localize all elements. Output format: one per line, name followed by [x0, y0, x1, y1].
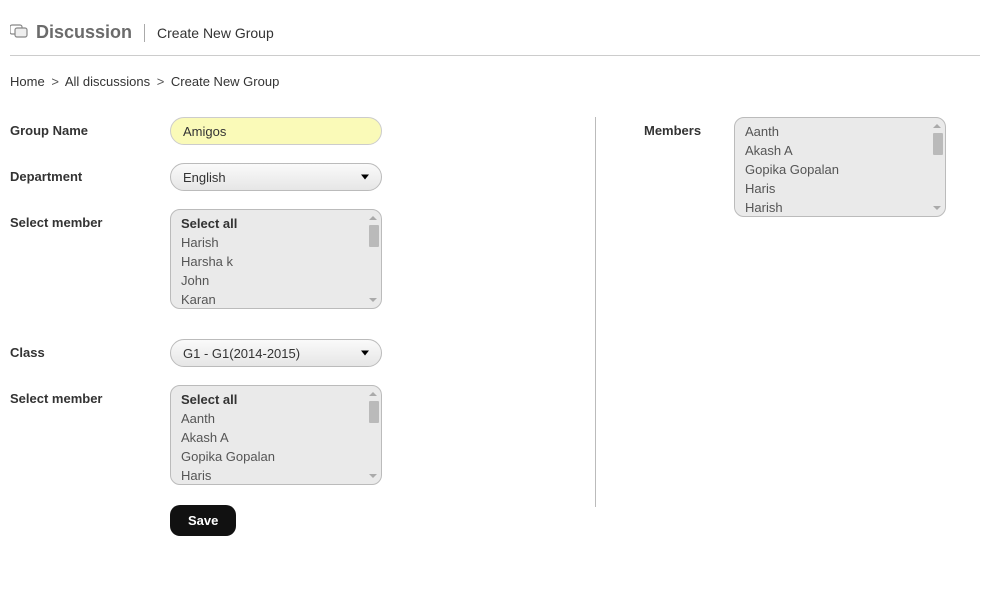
- list-item[interactable]: Gopika Gopalan: [745, 160, 931, 179]
- chevron-down-icon: [361, 175, 369, 180]
- class-label: Class: [10, 339, 170, 360]
- group-name-input[interactable]: [170, 117, 382, 145]
- list-item[interactable]: Karan: [181, 290, 367, 309]
- header-rule: [10, 55, 980, 56]
- main-content: Group Name Department English Select mem…: [0, 117, 990, 536]
- scroll-thumb[interactable]: [369, 401, 379, 423]
- dept-member-row: Select member Select all Harish Harsha k…: [10, 209, 595, 309]
- list-item[interactable]: John: [181, 271, 367, 290]
- page-subtitle: Create New Group: [157, 25, 274, 41]
- breadcrumb-all-discussions[interactable]: All discussions: [65, 74, 150, 89]
- list-item[interactable]: Aanth: [745, 122, 931, 141]
- select-all-option[interactable]: Select all: [181, 214, 367, 233]
- left-column: Group Name Department English Select mem…: [10, 117, 595, 536]
- scroll-down-icon[interactable]: [367, 294, 379, 306]
- list-item[interactable]: Harish: [181, 233, 367, 252]
- scroll-down-icon[interactable]: [931, 202, 943, 214]
- list-item[interactable]: Aanth: [181, 409, 367, 428]
- scroll-up-icon[interactable]: [931, 120, 943, 132]
- page-title: Discussion: [36, 22, 132, 43]
- department-label: Department: [10, 163, 170, 184]
- department-select[interactable]: English: [170, 163, 382, 191]
- discussion-icon: [10, 24, 28, 41]
- scrollbar[interactable]: [367, 212, 379, 306]
- scrollbar[interactable]: [931, 120, 943, 214]
- list-item[interactable]: Haris: [745, 179, 931, 198]
- right-column: Members Aanth Akash A Gopika Gopalan Har…: [596, 117, 956, 536]
- page-header: Discussion Create New Group: [0, 0, 990, 55]
- save-row: Save: [170, 505, 595, 536]
- group-name-row: Group Name: [10, 117, 595, 145]
- select-member-label-2: Select member: [10, 385, 170, 406]
- breadcrumb: Home > All discussions > Create New Grou…: [0, 74, 990, 117]
- list-item[interactable]: Harish: [745, 198, 931, 217]
- department-row: Department English: [10, 163, 595, 191]
- members-label: Members: [644, 117, 734, 138]
- list-item[interactable]: Gopika Gopalan: [181, 447, 367, 466]
- list-item[interactable]: Akash A: [181, 428, 367, 447]
- scroll-up-icon[interactable]: [367, 388, 379, 400]
- class-member-row: Select member Select all Aanth Akash A G…: [10, 385, 595, 485]
- select-all-option[interactable]: Select all: [181, 390, 367, 409]
- breadcrumb-home[interactable]: Home: [10, 74, 45, 89]
- breadcrumb-sep: >: [51, 74, 59, 89]
- members-list[interactable]: Aanth Akash A Gopika Gopalan Haris Haris…: [734, 117, 946, 217]
- breadcrumb-sep: >: [157, 74, 165, 89]
- list-item[interactable]: Haris: [181, 466, 367, 485]
- breadcrumb-current: Create New Group: [171, 74, 279, 89]
- list-item[interactable]: Harsha k: [181, 252, 367, 271]
- dept-member-list[interactable]: Select all Harish Harsha k John Karan: [170, 209, 382, 309]
- class-select[interactable]: G1 - G1(2014-2015): [170, 339, 382, 367]
- department-value: English: [183, 170, 226, 185]
- scroll-thumb[interactable]: [933, 133, 943, 155]
- scroll-down-icon[interactable]: [367, 470, 379, 482]
- group-name-label: Group Name: [10, 117, 170, 138]
- scroll-up-icon[interactable]: [367, 212, 379, 224]
- class-value: G1 - G1(2014-2015): [183, 346, 300, 361]
- select-member-label-1: Select member: [10, 209, 170, 230]
- save-button[interactable]: Save: [170, 505, 236, 536]
- chevron-down-icon: [361, 351, 369, 356]
- list-item[interactable]: Akash A: [745, 141, 931, 160]
- scrollbar[interactable]: [367, 388, 379, 482]
- members-row: Members Aanth Akash A Gopika Gopalan Har…: [644, 117, 956, 217]
- scroll-thumb[interactable]: [369, 225, 379, 247]
- header-divider: [144, 24, 145, 42]
- class-member-list[interactable]: Select all Aanth Akash A Gopika Gopalan …: [170, 385, 382, 485]
- class-row: Class G1 - G1(2014-2015): [10, 339, 595, 367]
